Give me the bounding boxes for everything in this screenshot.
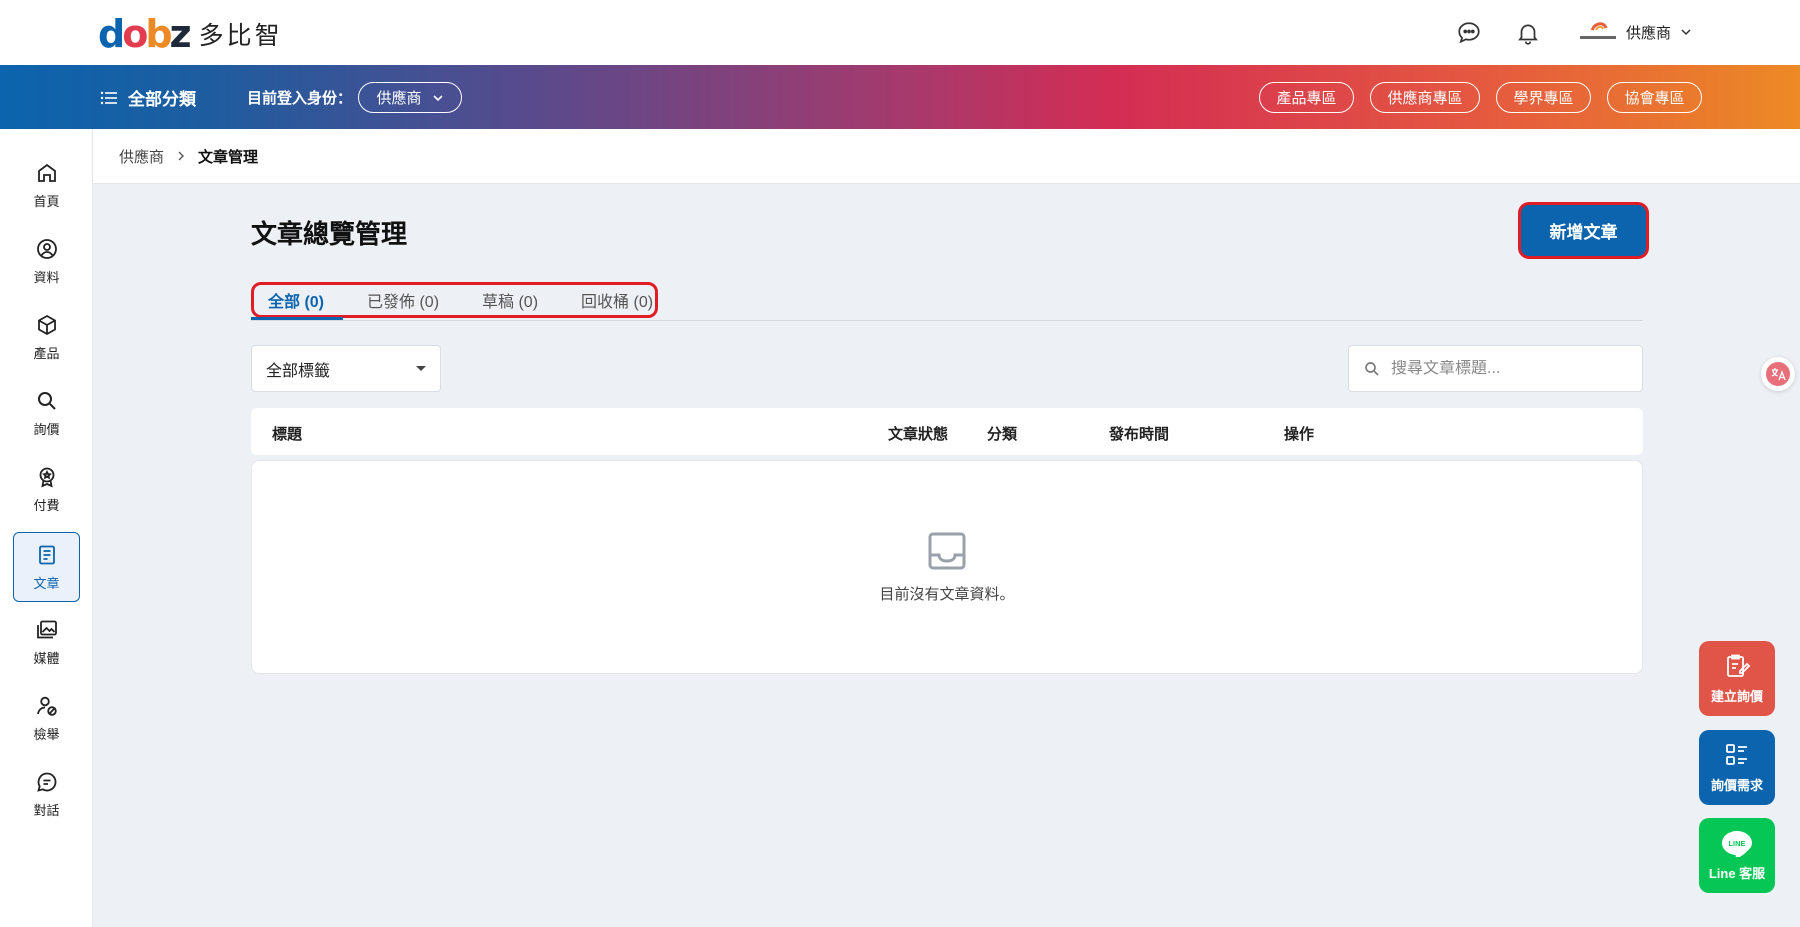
edit-note-icon bbox=[1727, 654, 1751, 677]
sidebar: 首頁 資料 產品 詢價 付費 文章 媒體 檢舉 對話 bbox=[0, 129, 93, 927]
user-block-icon bbox=[36, 696, 57, 716]
empty-state: 目前沒有文章資料。 bbox=[252, 531, 1642, 604]
search-input[interactable] bbox=[1391, 359, 1621, 378]
inbox-icon bbox=[928, 532, 966, 570]
translate-icon bbox=[1766, 362, 1790, 386]
search-icon bbox=[1365, 361, 1379, 376]
sidebar-item-payment[interactable]: 付費 bbox=[13, 454, 80, 524]
column-header-publish-time: 發布時間 bbox=[1109, 426, 1170, 443]
line-service-label: Line 客服 bbox=[1708, 866, 1766, 881]
zone-academia-button[interactable]: 學界專區 bbox=[1496, 82, 1591, 113]
page-title: 文章總覽管理 bbox=[251, 219, 408, 249]
company-logo bbox=[1578, 20, 1618, 44]
checklist-icon bbox=[1726, 744, 1747, 765]
user-menu[interactable]: 供應商 bbox=[1578, 20, 1693, 44]
table-body: 目前沒有文章資料。 bbox=[251, 460, 1643, 674]
inquiry-needs-button[interactable]: 詢價需求 bbox=[1699, 730, 1775, 805]
tab-trash[interactable]: 回收桶 (0) bbox=[581, 285, 653, 315]
inquiry-needs-label: 詢價需求 bbox=[1710, 778, 1763, 793]
sidebar-item-inquiry[interactable]: 詢價 bbox=[13, 378, 80, 448]
status-tabs: 全部 (0) 已發佈 (0) 草稿 (0) 回收桶 (0) bbox=[251, 282, 1643, 321]
sidebar-item-label: 付費 bbox=[33, 497, 60, 513]
sidebar-item-report[interactable]: 檢舉 bbox=[13, 683, 80, 753]
sidebar-item-profile[interactable]: 資料 bbox=[13, 226, 80, 296]
line-badge-text: LINE bbox=[1728, 839, 1745, 848]
tab-drafts[interactable]: 草稿 (0) bbox=[482, 285, 538, 315]
tag-filter-value: 全部標籤 bbox=[266, 362, 331, 380]
sidebar-item-home[interactable]: 首頁 bbox=[13, 150, 80, 220]
zone-suppliers-button[interactable]: 供應商專區 bbox=[1370, 82, 1480, 113]
sidebar-item-chat[interactable]: 對話 bbox=[13, 759, 80, 829]
breadcrumb-current: 文章管理 bbox=[198, 148, 259, 166]
role-value: 供應商 bbox=[376, 90, 422, 107]
empty-message: 目前沒有文章資料。 bbox=[879, 586, 1015, 603]
create-inquiry-label: 建立詢價 bbox=[1710, 689, 1763, 704]
logo-letter: z bbox=[169, 12, 192, 56]
sidebar-item-label: 產品 bbox=[33, 345, 60, 361]
chevron-down-icon bbox=[1681, 29, 1691, 36]
sidebar-item-label: 媒體 bbox=[33, 650, 60, 666]
caret-down-icon bbox=[416, 366, 426, 371]
document-icon bbox=[38, 545, 55, 564]
login-as-label: 目前登入身份： bbox=[247, 90, 353, 107]
search-icon bbox=[37, 391, 56, 410]
create-inquiry-button[interactable]: 建立詢價 bbox=[1699, 641, 1775, 716]
home-icon bbox=[37, 163, 56, 182]
role-select[interactable]: 供應商 bbox=[358, 82, 462, 113]
chevron-right-icon bbox=[178, 151, 185, 161]
sidebar-item-label: 詢價 bbox=[33, 421, 60, 437]
sidebar-item-label: 資料 bbox=[33, 269, 60, 285]
logo-letter: o bbox=[122, 12, 148, 56]
sidebar-item-articles[interactable]: 文章 bbox=[13, 532, 80, 602]
user-name: 供應商 bbox=[1626, 24, 1672, 42]
tab-published[interactable]: 已發佈 (0) bbox=[367, 285, 439, 315]
tabs-highlight: 全部 (0) 已發佈 (0) 草稿 (0) 回收桶 (0) bbox=[251, 282, 659, 318]
sidebar-item-label: 首頁 bbox=[33, 193, 60, 209]
category-bar: 全部分類 目前登入身份： 供應商 產品專區 供應商專區 學界專區 協會專區 bbox=[0, 65, 1800, 129]
column-header-category: 分類 bbox=[987, 426, 1018, 443]
all-categories-button[interactable]: 全部分類 bbox=[100, 85, 196, 110]
line-service-button[interactable]: LINE Line 客服 bbox=[1699, 818, 1775, 893]
active-tab-indicator bbox=[251, 317, 343, 320]
user-circle-icon bbox=[36, 238, 57, 259]
sidebar-item-products[interactable]: 產品 bbox=[13, 302, 80, 372]
breadcrumb-root-link[interactable]: 供應商 bbox=[119, 146, 164, 167]
tag-filter-select[interactable]: 全部標籤 bbox=[251, 345, 441, 392]
sidebar-item-media[interactable]: 媒體 bbox=[13, 607, 80, 677]
list-icon bbox=[100, 91, 117, 104]
tab-all[interactable]: 全部 (0) bbox=[268, 285, 324, 315]
sidebar-item-label: 檢舉 bbox=[33, 726, 60, 742]
box-icon bbox=[37, 314, 56, 335]
logo-letter: d bbox=[98, 12, 125, 56]
table-header: 標題 文章狀態 分類 發布時間 操作 bbox=[251, 408, 1643, 455]
sidebar-item-label: 文章 bbox=[33, 575, 60, 591]
sidebar-item-label: 對話 bbox=[33, 802, 60, 818]
zone-products-button[interactable]: 產品專區 bbox=[1259, 82, 1354, 113]
bell-icon[interactable] bbox=[1515, 20, 1541, 46]
column-header-title: 標題 bbox=[272, 426, 303, 443]
zone-associations-button[interactable]: 協會專區 bbox=[1607, 82, 1702, 113]
top-header: d o b z 多比智 供應商 bbox=[0, 0, 1800, 65]
translate-button[interactable] bbox=[1761, 357, 1795, 391]
column-header-status: 文章狀態 bbox=[888, 426, 949, 443]
message-icon bbox=[36, 772, 56, 792]
breadcrumb: 供應商 文章管理 bbox=[93, 129, 1800, 184]
chevron-down-icon bbox=[432, 94, 443, 101]
all-categories-label: 全部分類 bbox=[128, 90, 196, 109]
badge-icon bbox=[39, 467, 54, 488]
column-header-actions: 操作 bbox=[1284, 426, 1315, 443]
logo-letter: b bbox=[145, 12, 172, 56]
line-icon: LINE bbox=[1722, 831, 1752, 857]
logo-mark: d o b z bbox=[98, 12, 192, 56]
logo-text: 多比智 bbox=[198, 21, 283, 50]
new-article-button[interactable]: 新增文章 bbox=[1521, 205, 1646, 256]
gallery-icon bbox=[36, 620, 57, 638]
chat-icon[interactable] bbox=[1456, 20, 1482, 46]
search-box bbox=[1348, 345, 1643, 392]
brand-logo[interactable]: d o b z 多比智 bbox=[98, 12, 283, 56]
